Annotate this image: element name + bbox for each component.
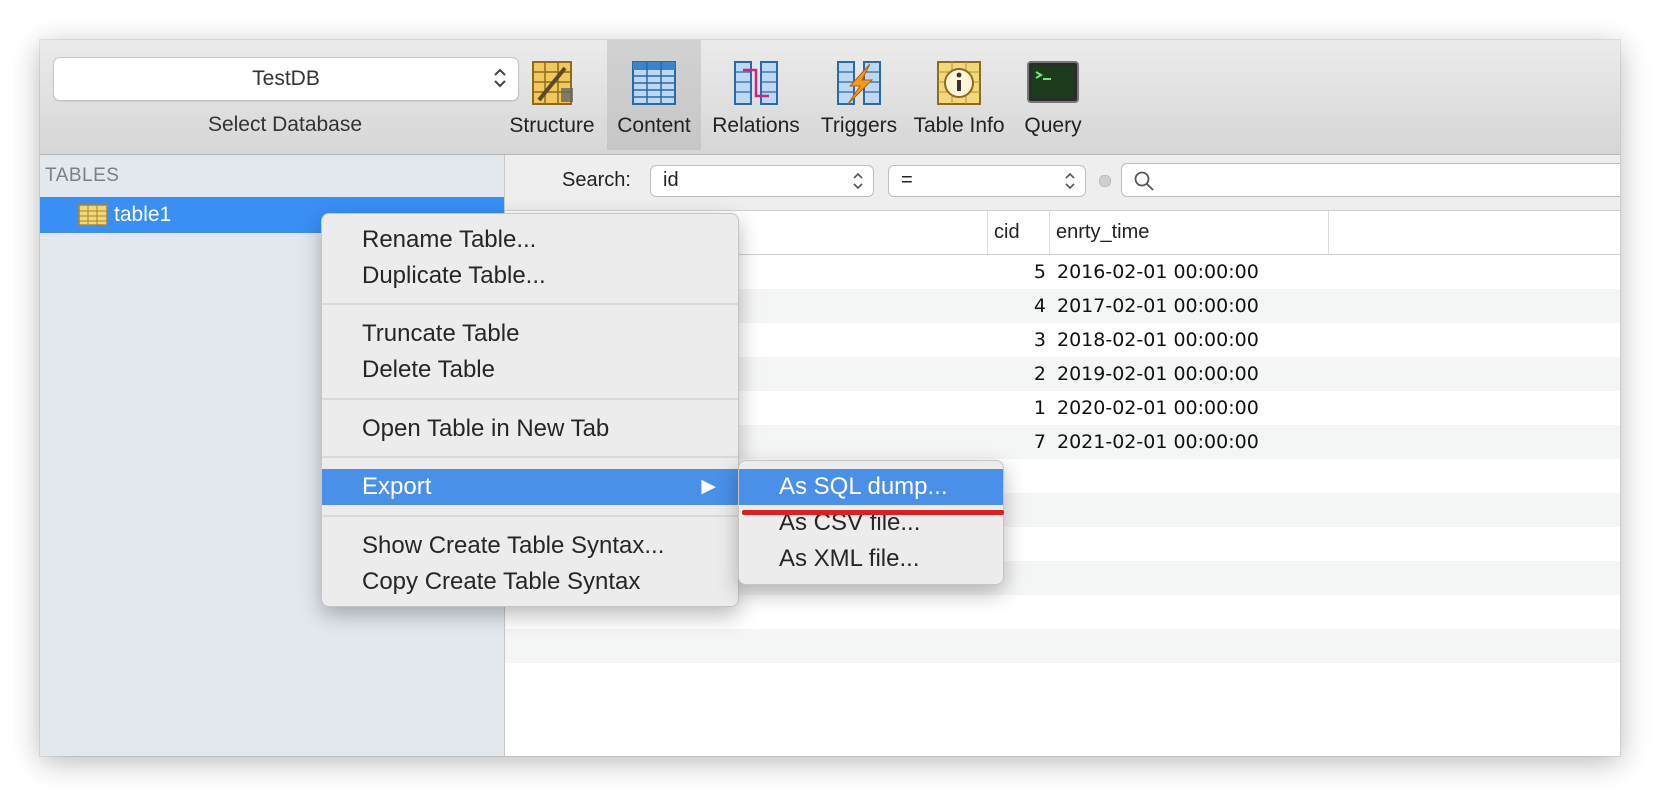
structure-label: Structure [509, 114, 595, 137]
search-label: Search: [562, 169, 631, 191]
cell-enrty-time[interactable]: 2020-02-01 00:00:00 [1057, 391, 1357, 425]
database-select-value: TestDB [252, 67, 320, 90]
cell-enrty-time[interactable]: 2017-02-01 00:00:00 [1057, 289, 1357, 323]
column-header-cid[interactable]: cid [987, 211, 1049, 254]
search-icon [1134, 171, 1154, 191]
search-field-select[interactable]: id [650, 165, 874, 197]
tables-heading: TABLES [45, 165, 120, 186]
cell-cid[interactable]: 3 [988, 323, 1046, 357]
operator-value: = [901, 169, 913, 191]
column-header-enrty-time[interactable]: enrty_time [1049, 211, 1329, 254]
submenu-arrow-icon: ▶ [701, 476, 716, 497]
menu-separator [322, 456, 738, 458]
status-dot [1099, 175, 1111, 187]
cell-cid[interactable]: 1 [988, 391, 1046, 425]
stepper-icon [853, 172, 863, 190]
triggers-icon [837, 61, 881, 105]
table-info-label: Table Info [913, 114, 1005, 137]
cell-enrty-time[interactable]: 2019-02-01 00:00:00 [1057, 357, 1357, 391]
menu-item-open-in-new-tab[interactable]: Open Table in New Tab [322, 411, 738, 447]
triggers-label: Triggers [820, 114, 898, 137]
annotation-underline [742, 510, 1004, 515]
menu-separator [322, 398, 738, 400]
table-name: table1 [114, 203, 172, 226]
submenu-item-sql-dump[interactable]: As SQL dump... [739, 469, 1003, 505]
menu-item-delete-table[interactable]: Delete Table [322, 352, 738, 388]
menu-item-show-create-syntax[interactable]: Show Create Table Syntax... [322, 528, 738, 564]
database-select[interactable]: TestDB [53, 57, 519, 101]
menu-item-export[interactable]: Export ▶ [322, 469, 738, 505]
cell-enrty-time[interactable]: 2018-02-01 00:00:00 [1057, 323, 1357, 357]
menu-item-rename-table[interactable]: Rename Table... [322, 222, 738, 258]
content-label: Content [617, 114, 691, 137]
relations-icon [734, 61, 778, 105]
table-icon [78, 204, 108, 226]
table-row[interactable] [505, 663, 1620, 697]
content-icon [632, 61, 676, 105]
cell-cid[interactable]: 5 [988, 255, 1046, 289]
cell-cid[interactable]: 7 [988, 425, 1046, 459]
context-menu: Rename Table... Duplicate Table... Trunc… [321, 213, 739, 607]
menu-item-copy-create-syntax[interactable]: Copy Create Table Syntax [322, 564, 738, 600]
app-window: TestDB Select Database Structure Content… [40, 40, 1620, 756]
content-button[interactable]: Content [607, 40, 701, 150]
structure-button[interactable]: Structure [505, 40, 599, 150]
triggers-button[interactable]: Triggers [812, 40, 906, 150]
cell-cid[interactable]: 2 [988, 357, 1046, 391]
menu-item-duplicate-table[interactable]: Duplicate Table... [322, 258, 738, 294]
export-submenu: As SQL dump... As CSV file... As XML fil… [738, 460, 1004, 585]
select-database-label: Select Database [207, 113, 363, 136]
query-icon [1027, 61, 1079, 103]
cell-enrty-time[interactable]: 2016-02-01 00:00:00 [1057, 255, 1357, 289]
table-info-button[interactable]: Table Info [909, 40, 1009, 150]
search-field-value: id [663, 169, 679, 191]
query-button[interactable]: Query [1013, 40, 1093, 150]
search-input[interactable] [1121, 163, 1620, 197]
structure-icon [532, 61, 573, 105]
menu-separator [322, 303, 738, 305]
cell-enrty-time[interactable]: 2021-02-01 00:00:00 [1057, 425, 1357, 459]
table-info-icon [937, 61, 981, 105]
submenu-item-xml[interactable]: As XML file... [739, 541, 1003, 577]
cell-cid[interactable]: 4 [988, 289, 1046, 323]
filter-bar: Search: id = [505, 155, 1620, 211]
operator-select[interactable]: = [888, 165, 1086, 197]
relations-label: Relations [712, 114, 800, 137]
table-row[interactable] [505, 629, 1620, 663]
query-label: Query [1024, 114, 1082, 137]
menu-separator [322, 515, 738, 517]
relations-button[interactable]: Relations [709, 40, 803, 150]
menu-item-truncate-table[interactable]: Truncate Table [322, 316, 738, 352]
toolbar: TestDB Select Database Structure Content… [40, 40, 1620, 155]
stepper-icon [1065, 172, 1075, 190]
